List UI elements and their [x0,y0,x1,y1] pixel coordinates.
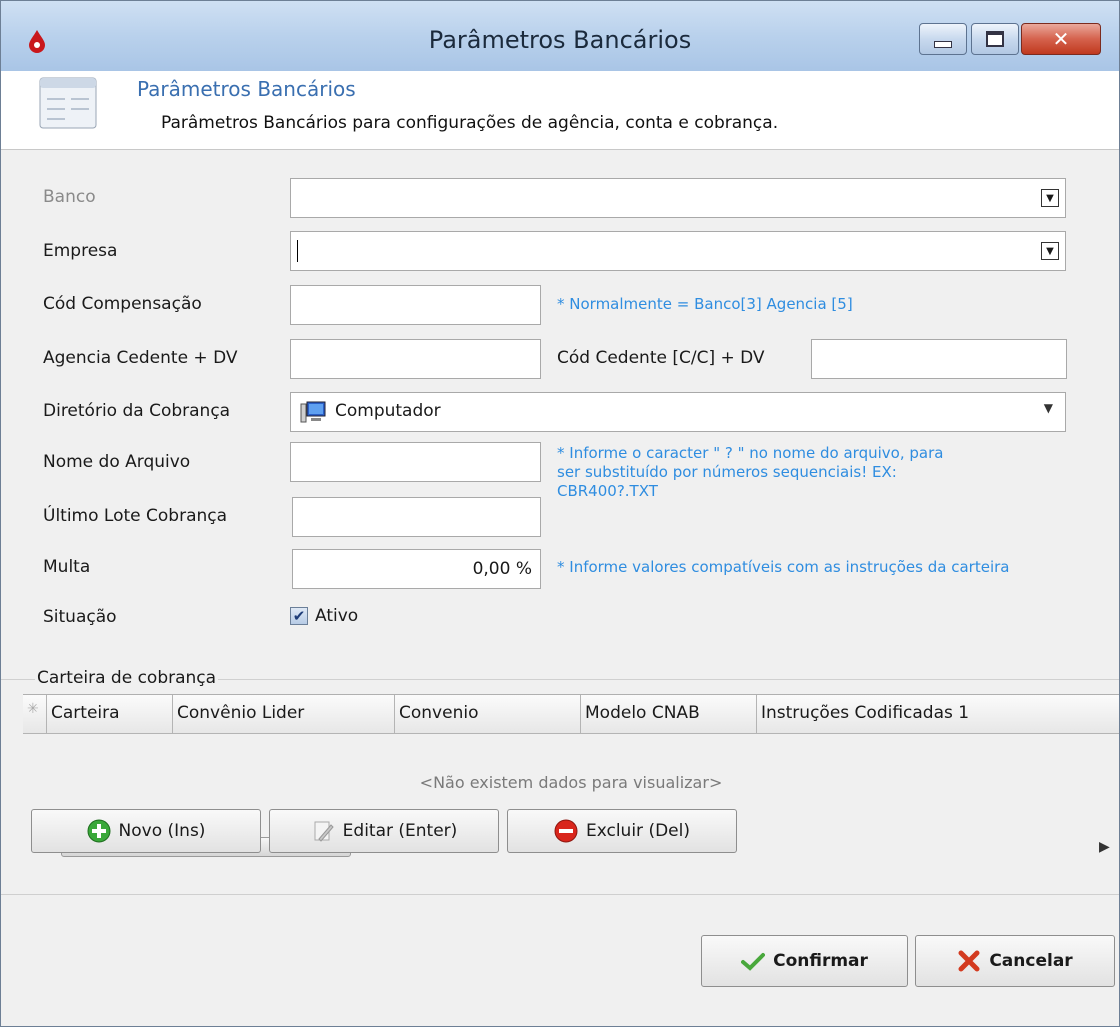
window: Parâmetros Bancários ✕ Parâmetros Bancár… [0,0,1120,1027]
x-icon [958,950,980,972]
minimize-icon [934,40,952,48]
nome-arquivo-input[interactable] [290,442,541,482]
multa-hint: * Informe valores compatíveis com as ins… [557,558,1010,576]
hint-line: ser substituído por números sequenciais!… [557,463,897,481]
empresa-combo[interactable]: ▼ [290,231,1066,271]
excluir-button[interactable]: Excluir (Del) [507,809,737,853]
scroll-right-icon[interactable]: ▶ [1099,839,1110,855]
confirmar-label: Confirmar [773,951,868,971]
cod-cedente-input[interactable] [811,339,1067,379]
cod-compensacao-input[interactable] [290,285,541,325]
form-icon [39,77,97,129]
close-button[interactable]: ✕ [1021,23,1101,55]
cod-compensacao-label: Cód Compensação [43,294,202,314]
minimize-button[interactable] [919,23,967,55]
ultimo-lote-input[interactable] [292,497,541,537]
close-icon: ✕ [1052,27,1070,51]
column-header-carteira[interactable]: Carteira [47,695,173,733]
editar-label: Editar (Enter) [342,821,458,841]
grid-header: ✳ Carteira Convênio Lider Convenio Model… [23,695,1119,734]
column-header-convenio[interactable]: Convenio [395,695,581,733]
diretorio-combo[interactable]: Computador ▼ [290,392,1066,432]
cancelar-button[interactable]: Cancelar [915,935,1115,987]
column-header-convenio-lider[interactable]: Convênio Lider [173,695,395,733]
computer-icon [300,401,326,423]
empresa-label: Empresa [43,241,118,261]
banco-combo[interactable]: ▼ [290,178,1066,218]
novo-button[interactable]: Novo (Ins) [31,809,261,853]
hint-line: * Informe o caracter " ? " no nome do ar… [557,444,944,462]
form-header: Parâmetros Bancários Parâmetros Bancário… [1,71,1119,150]
row-indicator-icon: ✳ [23,695,47,733]
confirmar-button[interactable]: Confirmar [701,935,908,987]
agencia-label: Agencia Cedente + DV [43,348,238,368]
grid-empty-message: <Não existem dados para visualizar> [419,773,723,792]
multa-input[interactable]: 0,00 % [292,549,541,589]
delete-icon [554,819,578,843]
maximize-button[interactable] [971,23,1019,55]
footer-divider [1,894,1119,895]
chevron-down-icon[interactable]: ▼ [1041,189,1059,207]
editar-button[interactable]: Editar (Enter) [269,809,499,853]
maximize-icon [986,31,1004,47]
chevron-down-icon[interactable]: ▼ [1041,242,1059,260]
header-title: Parâmetros Bancários [137,77,356,101]
plus-icon [87,819,111,843]
column-header-instrucoes[interactable]: Instruções Codificadas 1 [757,695,1119,733]
diretorio-value: Computador [335,401,441,421]
ultimo-lote-label: Último Lote Cobrança [43,506,228,526]
text-caret [297,240,298,262]
multa-value: 0,00 % [472,559,532,579]
carteira-group-label: Carteira de cobrança [35,668,219,688]
hint-line: CBR400?.TXT [557,482,658,500]
ativo-label[interactable]: Ativo [315,606,358,626]
situacao-label: Situação [43,607,117,627]
check-icon [741,953,766,971]
novo-label: Novo (Ins) [118,821,206,841]
header-subtitle: Parâmetros Bancários para configurações … [161,113,779,133]
checkmark-icon: ✔ [292,607,306,625]
ativo-checkbox[interactable]: ✔ [290,607,308,625]
cod-compensacao-hint: * Normalmente = Banco[3] Agencia [5] [557,295,853,313]
cancelar-label: Cancelar [989,951,1073,971]
banco-label: Banco [43,187,96,207]
diretorio-label: Diretório da Cobrança [43,401,231,421]
excluir-label: Excluir (Del) [585,821,690,841]
cod-cedente-label: Cód Cedente [C/C] + DV [557,348,765,368]
agencia-input[interactable] [290,339,541,379]
title-bar: Parâmetros Bancários ✕ [1,1,1119,71]
edit-icon [314,821,334,842]
multa-label: Multa [43,557,91,577]
chevron-down-icon[interactable]: ▼ [1044,401,1053,415]
nome-arquivo-label: Nome do Arquivo [43,452,191,472]
nome-arquivo-hint: * Informe o caracter " ? " no nome do ar… [557,444,943,501]
column-header-modelo-cnab[interactable]: Modelo CNAB [581,695,757,733]
